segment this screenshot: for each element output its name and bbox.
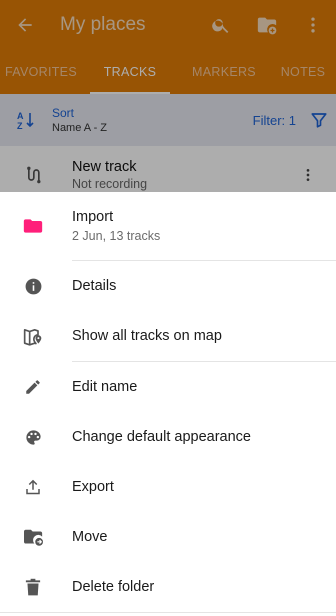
- folder-name: Import: [72, 209, 114, 225]
- menu-item-label: Edit name: [72, 379, 138, 395]
- divider: [0, 612, 336, 613]
- info-icon: [0, 261, 66, 311]
- upload-icon: [0, 462, 66, 512]
- folder-icon: [0, 201, 66, 251]
- sheet-header: Import 2 Jun, 13 tracks: [0, 192, 336, 260]
- menu-item-delete-folder[interactable]: Delete folder: [0, 562, 336, 612]
- menu-item-edit-name[interactable]: Edit name: [0, 362, 336, 412]
- dim-overlay[interactable]: [0, 0, 336, 192]
- menu-item-export[interactable]: Export: [0, 462, 336, 512]
- menu-item-label: Export: [72, 479, 114, 495]
- folder-actions-sheet: Import 2 Jun, 13 tracks Details Show all…: [0, 192, 336, 616]
- menu-item-details[interactable]: Details: [0, 261, 336, 311]
- menu-item-change-appearance[interactable]: Change default appearance: [0, 412, 336, 462]
- pencil-icon: [0, 362, 66, 412]
- menu-item-label: Details: [72, 278, 117, 294]
- map-pin-icon: [0, 311, 66, 361]
- palette-icon: [0, 412, 66, 462]
- menu-item-show-all-tracks[interactable]: Show all tracks on map: [0, 311, 336, 361]
- menu-item-label: Show all tracks on map: [72, 328, 222, 344]
- menu-item-label: Move: [72, 529, 108, 545]
- menu-item-label: Change default appearance: [72, 429, 251, 445]
- trash-icon: [0, 562, 66, 612]
- folder-subtitle: 2 Jun, 13 tracks: [72, 229, 161, 243]
- folder-move-icon: [0, 512, 66, 562]
- menu-item-label: Delete folder: [72, 579, 155, 595]
- menu-item-move[interactable]: Move: [0, 512, 336, 562]
